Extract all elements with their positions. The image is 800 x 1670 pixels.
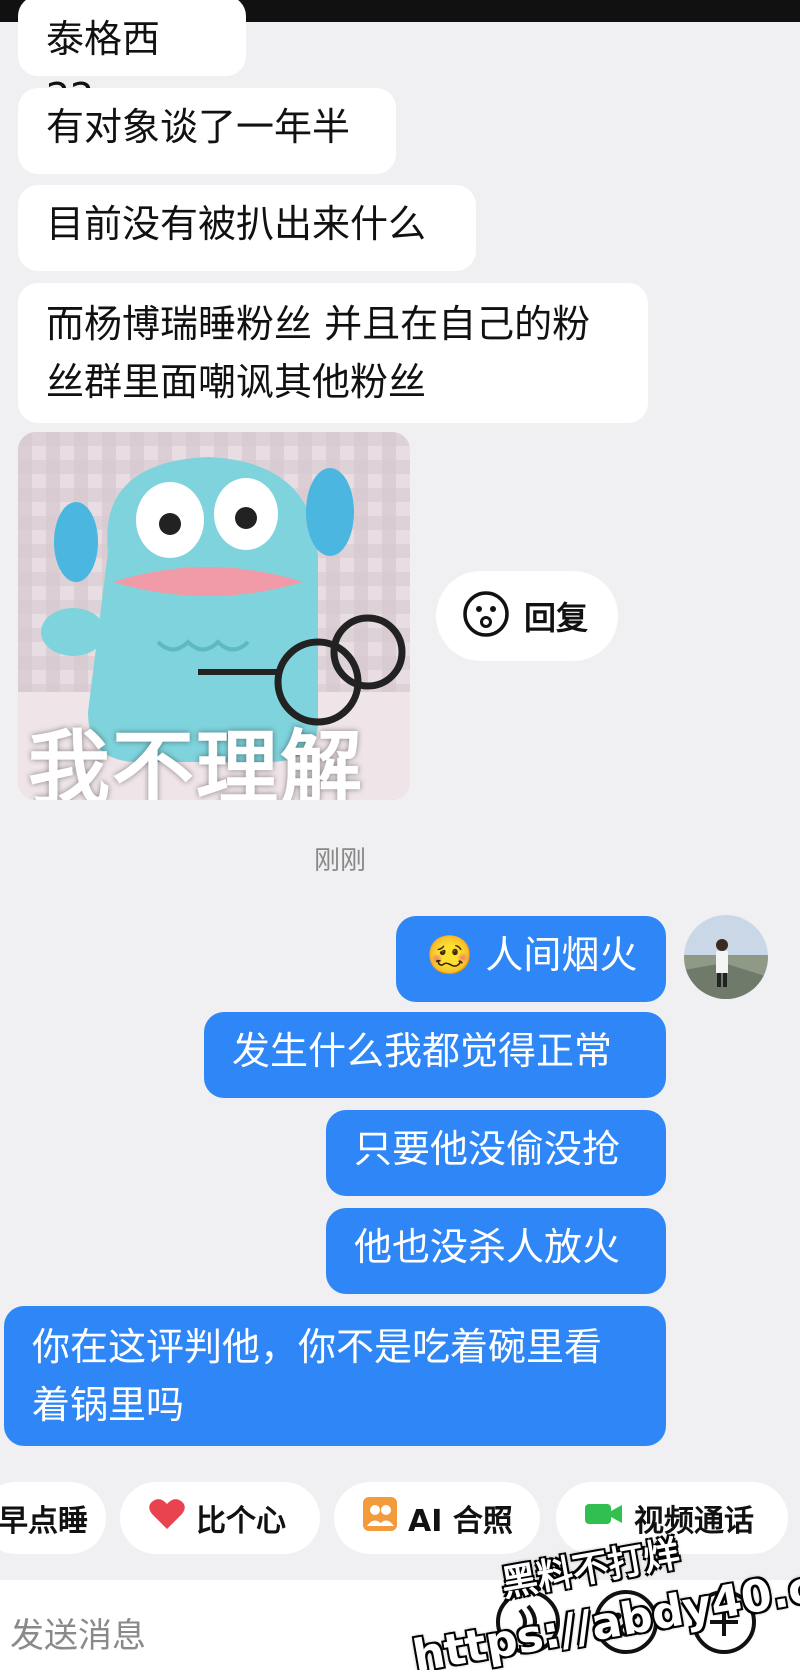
- message-bubble-outgoing[interactable]: 只要他没偷没抢: [326, 1110, 666, 1196]
- message-text: 人间烟火: [485, 933, 638, 977]
- message-text: 你在这评判他，你不是吃着碗里看着锅里吗: [32, 1325, 603, 1427]
- avatar[interactable]: [684, 915, 768, 999]
- message-text: 他也没杀人放火: [354, 1225, 621, 1269]
- reply-label: 回复: [524, 599, 589, 637]
- message-timestamp: 刚刚: [313, 846, 366, 876]
- message-text: 有对象谈了一年半: [46, 105, 351, 149]
- message-bubble-incoming[interactable]: 目前没有被扒出来什么: [18, 185, 476, 271]
- emoji-icon: 🥴: [426, 933, 474, 977]
- message-bubble-outgoing[interactable]: 发生什么我都觉得正常: [204, 1012, 666, 1098]
- message-input[interactable]: 发送消息: [10, 1608, 146, 1657]
- smiley-face-icon: [462, 590, 510, 642]
- quick-action-early-sleep[interactable]: 早点睡: [0, 1482, 106, 1554]
- sticker-caption: 我不理解: [28, 722, 365, 800]
- message-text: 目前没有被扒出来什么: [46, 202, 427, 246]
- quick-actions-bar: 早点睡 比个心 AI 合照 视频通话: [0, 1482, 800, 1554]
- chat-screen: 泰格西 22 有对象谈了一年半 目前没有被扒出来什么 而杨博瑞睡粉丝 并且在自己…: [0, 0, 800, 1670]
- sticker-image[interactable]: 我不理解: [18, 432, 410, 800]
- photo-people-icon: [362, 1496, 398, 1540]
- message-text: 只要他没偷没抢: [354, 1127, 621, 1171]
- message-bubble-incoming[interactable]: 有对象谈了一年半: [18, 88, 396, 174]
- message-text: 发生什么我都觉得正常: [232, 1029, 613, 1073]
- quick-action-ai-photo[interactable]: AI 合照: [334, 1482, 540, 1554]
- message-bubble-incoming[interactable]: 泰格西 22: [18, 0, 246, 119]
- quick-action-heart[interactable]: 比个心: [120, 1482, 320, 1554]
- heart-icon: [148, 1497, 186, 1539]
- message-bubble-outgoing[interactable]: 他也没杀人放火: [326, 1208, 666, 1294]
- message-bubble-incoming[interactable]: 而杨博瑞睡粉丝 并且在自己的粉丝群里面嘲讽其他粉丝: [18, 283, 648, 423]
- video-camera-icon: [584, 1499, 624, 1537]
- message-bubble-outgoing[interactable]: 🥴 人间烟火: [396, 916, 666, 1002]
- reply-button[interactable]: 回复: [436, 571, 618, 661]
- message-text: 而杨博瑞睡粉丝 并且在自己的粉丝群里面嘲讽其他粉丝: [46, 302, 591, 404]
- message-bubble-outgoing[interactable]: 你在这评判他，你不是吃着碗里看着锅里吗: [4, 1306, 666, 1446]
